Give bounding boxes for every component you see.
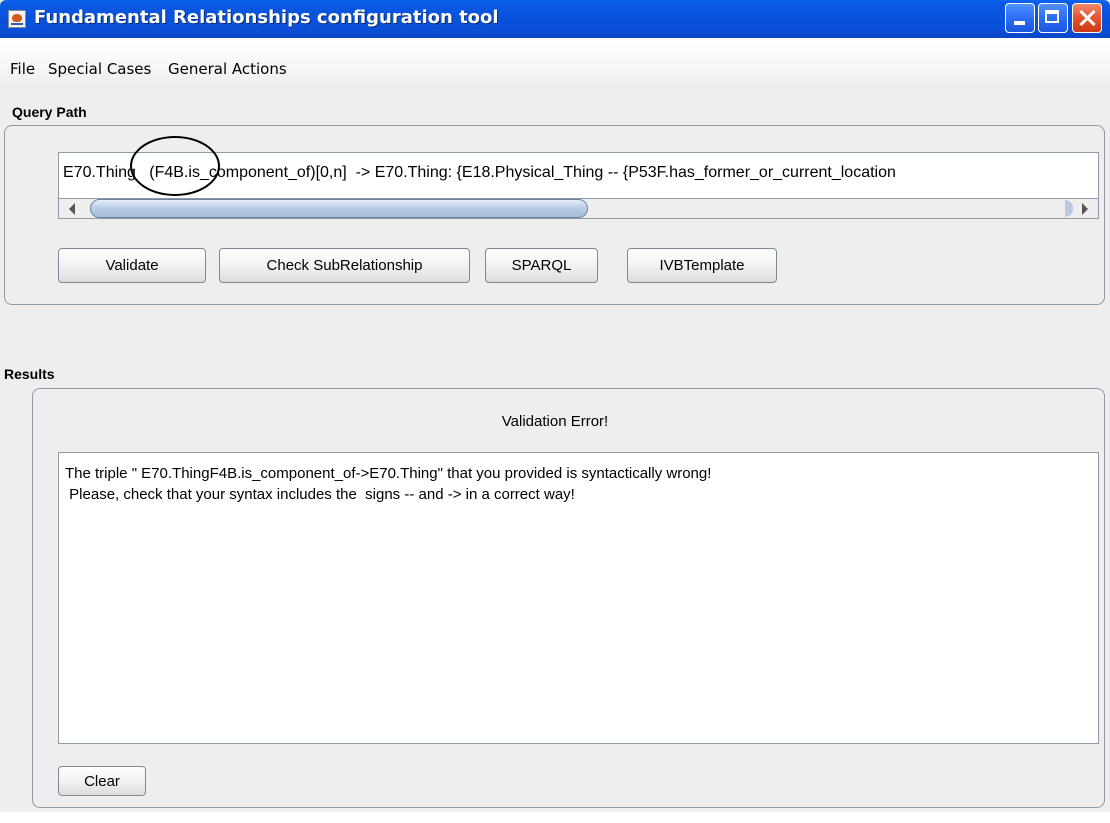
results-textarea[interactable]: The triple " E70.ThingF4B.is_component_o… [58,452,1099,744]
ivbtemplate-button[interactable]: IVBTemplate [627,248,777,283]
query-path-label: Query Path [12,104,87,120]
minimize-icon[interactable] [1005,3,1035,33]
maximize-icon[interactable] [1038,3,1068,33]
scroll-left-icon[interactable] [69,203,75,215]
validate-button[interactable]: Validate [58,248,206,283]
results-line: Please, check that your syntax includes … [65,486,575,503]
app-window: Fundamental Relationships configuration … [0,0,1110,812]
query-path-value: E70.Thing (F4B.is_component_of)[0,n] -> … [63,164,896,181]
query-path-input[interactable]: E70.Thing (F4B.is_component_of)[0,n] -> … [58,152,1099,198]
results-line: The triple " E70.ThingF4B.is_component_o… [65,465,712,482]
scroll-right-icon[interactable] [1082,203,1088,215]
window-title: Fundamental Relationships configuration … [34,7,499,28]
title-bar[interactable]: Fundamental Relationships configuration … [0,0,1110,38]
clear-button[interactable]: Clear [58,766,146,796]
scrollbar-thumb[interactable] [90,199,588,218]
main-content: Query Path E70.Thing (F4B.is_component_o… [0,88,1110,812]
scrollbar-track-end [1065,200,1073,217]
close-icon[interactable] [1072,3,1102,33]
validation-status: Validation Error! [501,413,609,430]
menu-general-actions[interactable]: General Actions [168,60,287,78]
java-cup-icon [8,10,26,28]
query-path-scrollbar[interactable] [58,198,1099,219]
menu-bar: File Special Cases General Actions [0,38,1110,88]
menu-file[interactable]: File [10,60,35,78]
sparql-button[interactable]: SPARQL [485,248,598,283]
menu-special-cases[interactable]: Special Cases [48,60,151,78]
check-subrelationship-button[interactable]: Check SubRelationship [219,248,470,283]
menu-bar-background [0,38,1110,88]
results-label: Results [4,366,55,382]
